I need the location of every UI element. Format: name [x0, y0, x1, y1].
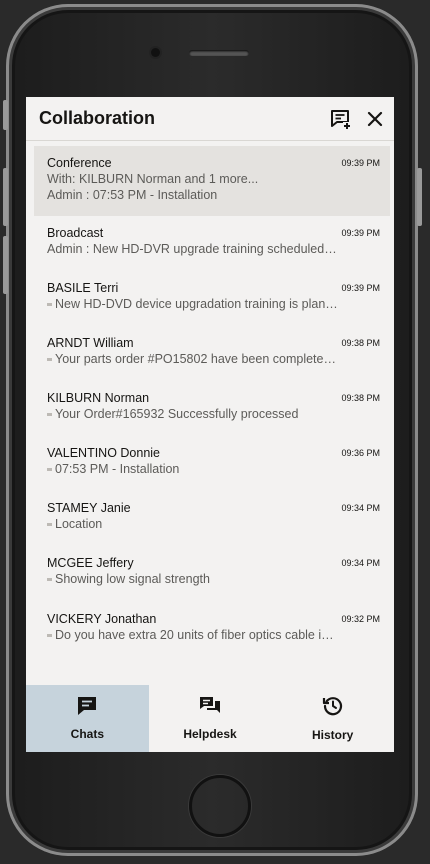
chat-preview-text: Do you have extra 20 units of fiber opti… [55, 628, 339, 642]
helpdesk-icon [199, 696, 221, 721]
app-screen: Collaboration Conference 09:39 PM With: KI… [26, 97, 394, 752]
status-dash-icon [47, 303, 52, 307]
tab-helpdesk[interactable]: Helpdesk [149, 685, 272, 752]
chat-list: Conference 09:39 PM With: KILBURN Norman a… [34, 146, 390, 657]
chat-preview-text: New HD-DVD device upgradation training i… [55, 297, 339, 311]
close-icon[interactable] [364, 108, 386, 130]
chat-list-item[interactable]: ARNDT William 09:38 PM Your parts order #P… [34, 326, 390, 381]
chat-preview: Admin : New HD-DVR upgrade training sche… [47, 241, 339, 257]
chat-preview-text: Admin : 07:53 PM - Installation [47, 188, 218, 202]
chat-timestamp: 09:38 PM [341, 338, 380, 348]
tab-label: Chats [70, 727, 104, 741]
history-icon [322, 695, 344, 722]
chat-preview: Your Order#165932 Successfully processed [47, 406, 339, 422]
chat-name: Broadcast [47, 226, 104, 240]
chat-preview-text: Location [55, 517, 103, 531]
status-dash-icon [47, 578, 52, 582]
chat-preview: New HD-DVD device upgradation training i… [47, 296, 339, 312]
chat-name: BASILE Terri [47, 281, 119, 295]
chat-list-item[interactable]: KILBURN Norman 09:38 PM Your Order#165932 … [34, 381, 390, 436]
status-dash-icon [47, 468, 52, 472]
earpiece-speaker [189, 50, 249, 56]
chat-preview-text: Admin : New HD-DVR upgrade training sche… [47, 242, 339, 256]
chat-preview-text: With: KILBURN Norman and 1 more... [47, 172, 259, 186]
chat-list-item[interactable]: STAMEY Janie 09:34 PM Location [34, 491, 390, 546]
chat-preview-text: Showing low signal strength [55, 572, 210, 586]
chat-preview: With: KILBURN Norman and 1 more... [47, 171, 339, 187]
chat-preview-text: 07:53 PM - Installation [55, 462, 180, 476]
chat-preview: Admin : 07:53 PM - Installation [47, 187, 339, 203]
chat-icon [76, 696, 98, 721]
front-camera [151, 48, 160, 57]
status-dash-icon [47, 358, 52, 362]
chat-name: KILBURN Norman [47, 391, 150, 405]
chat-timestamp: 09:32 PM [341, 614, 380, 624]
power-button [417, 168, 422, 226]
chat-list-item[interactable]: VICKERY Jonathan 09:32 PM Do you have extr… [34, 602, 390, 657]
chat-name: VICKERY Jonathan [47, 612, 157, 626]
chat-timestamp: 09:39 PM [341, 158, 380, 168]
chat-timestamp: 09:38 PM [341, 393, 380, 403]
chat-name: MCGEE Jeffery [47, 556, 134, 570]
mute-switch [3, 100, 8, 130]
chat-name: Conference [47, 156, 112, 170]
tab-chats[interactable]: Chats [26, 685, 149, 752]
chat-list-item[interactable]: VALENTINO Donnie 09:36 PM 07:53 PM - Insta… [34, 436, 390, 491]
chat-timestamp: 09:34 PM [341, 558, 380, 568]
status-dash-icon [47, 634, 52, 638]
app-header: Collaboration [26, 97, 394, 141]
page-title: Collaboration [39, 108, 155, 128]
chat-timestamp: 09:34 PM [341, 503, 380, 513]
chat-list-item[interactable]: MCGEE Jeffery 09:34 PM Showing low signal … [34, 546, 390, 602]
volume-up-button [3, 168, 8, 226]
chat-preview-text: Your parts order #PO15802 have been comp… [55, 352, 339, 366]
tab-label: Helpdesk [183, 727, 237, 741]
chat-preview: Do you have extra 20 units of fiber opti… [47, 627, 339, 643]
new-chat-icon[interactable] [329, 108, 351, 130]
chat-timestamp: 09:39 PM [341, 228, 380, 238]
chat-preview: 07:53 PM - Installation [47, 461, 339, 477]
chat-list-item[interactable]: Conference 09:39 PM With: KILBURN Norman a… [34, 146, 390, 216]
chat-list-item[interactable]: BASILE Terri 09:39 PM New HD-DVD device up… [34, 271, 390, 326]
chat-list-item[interactable]: Broadcast 09:39 PM Admin : New HD-DVR upgr… [34, 216, 390, 271]
chat-timestamp: 09:36 PM [341, 448, 380, 458]
volume-down-button [3, 236, 8, 294]
tab-label: History [312, 728, 354, 742]
chat-timestamp: 09:39 PM [341, 283, 380, 293]
chat-preview-text: Your Order#165932 Successfully processed [55, 407, 299, 421]
home-button[interactable] [189, 775, 251, 837]
status-dash-icon [47, 413, 52, 417]
chat-preview: Your parts order #PO15802 have been comp… [47, 351, 339, 367]
chat-preview: Showing low signal strength [47, 571, 339, 587]
chat-preview: Location [47, 516, 339, 532]
status-dash-icon [47, 523, 52, 527]
chat-name: VALENTINO Donnie [47, 446, 161, 460]
chat-name: STAMEY Janie [47, 501, 131, 515]
bottom-tab-bar: Chats Helpdesk History [26, 685, 394, 752]
chat-name: ARNDT William [47, 336, 134, 350]
tab-history[interactable]: History [271, 685, 394, 752]
